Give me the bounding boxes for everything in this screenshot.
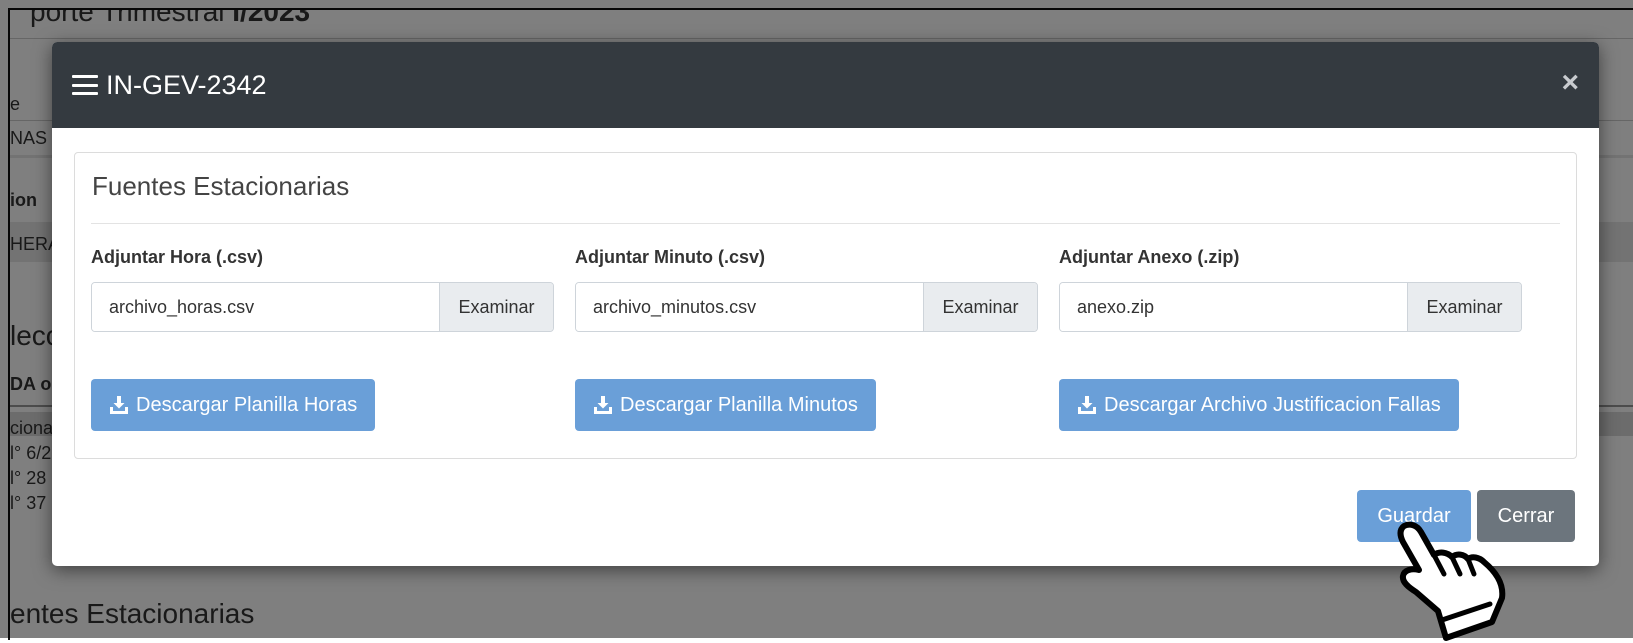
browse-button-anexo[interactable]: Examinar — [1407, 283, 1521, 331]
download-icon — [594, 396, 612, 414]
hand-pointer-icon — [1397, 521, 1506, 641]
field-label-minuto: Adjuntar Minuto (.csv) — [575, 247, 765, 267]
divider — [91, 223, 1560, 224]
browse-button-minuto[interactable]: Examinar — [923, 283, 1037, 331]
field-minuto: Adjuntar Minuto (.csv) archivo_minutos.c… — [575, 247, 1038, 332]
field-hora: Adjuntar Hora (.csv) archivo_horas.csv E… — [91, 247, 554, 332]
field-label-anexo: Adjuntar Anexo (.zip) — [1059, 247, 1240, 267]
modal-title: IN-GEV-2342 — [106, 69, 267, 100]
close-icon[interactable]: × — [1561, 68, 1579, 98]
download-minutos-label: Descargar Planilla Minutos — [620, 393, 858, 416]
download-icon — [110, 396, 128, 414]
browse-button-hora[interactable]: Examinar — [439, 283, 553, 331]
section-title: Fuentes Estacionarias — [92, 171, 350, 201]
file-input-hora[interactable]: archivo_horas.csv Examinar — [91, 282, 554, 332]
file-input-minuto[interactable]: archivo_minutos.csv Examinar — [575, 282, 1038, 332]
file-name-anexo[interactable]: anexo.zip — [1060, 283, 1407, 331]
download-horas-button[interactable]: Descargar Planilla Horas — [91, 379, 376, 431]
field-anexo: Adjuntar Anexo (.zip) anexo.zip Examinar — [1059, 247, 1522, 332]
file-name-minuto[interactable]: archivo_minutos.csv — [576, 283, 923, 331]
fuentes-card: Fuentes Estacionarias Adjuntar Hora (.cs… — [74, 152, 1577, 459]
download-justificacion-label: Descargar Archivo Justificacion Fallas — [1104, 393, 1441, 416]
modal-dialog: IN-GEV-2342 × Fuentes Estacionarias Adju… — [52, 42, 1599, 566]
download-justificacion-button[interactable]: Descargar Archivo Justificacion Fallas — [1059, 379, 1459, 431]
modal-header: IN-GEV-2342 × — [52, 42, 1599, 128]
download-horas-label: Descargar Planilla Horas — [136, 393, 358, 416]
hamburger-icon — [72, 75, 98, 95]
field-label-hora: Adjuntar Hora (.csv) — [91, 247, 264, 267]
download-minutos-button[interactable]: Descargar Planilla Minutos — [575, 379, 876, 431]
download-icon — [1078, 396, 1096, 414]
file-input-anexo[interactable]: anexo.zip Examinar — [1059, 282, 1522, 332]
file-name-hora[interactable]: archivo_horas.csv — [92, 283, 439, 331]
